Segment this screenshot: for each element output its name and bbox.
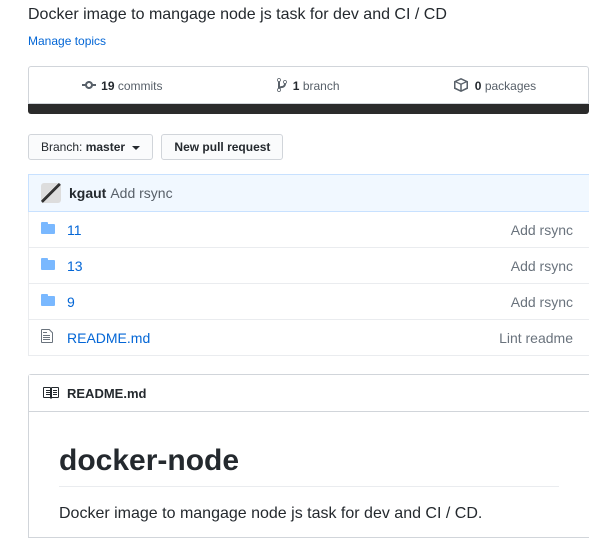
- repo-stats-bar: 19 commits 1 branch 0 packages: [28, 66, 589, 104]
- new-pr-label: New pull request: [174, 140, 270, 154]
- history-icon: [82, 77, 96, 93]
- readme-paragraph: Docker image to mangage node js task for…: [59, 505, 559, 523]
- commits-count: 19: [101, 79, 114, 93]
- new-pull-request-button[interactable]: New pull request: [161, 134, 283, 160]
- caret-down-icon: [132, 146, 140, 150]
- package-icon: [453, 77, 469, 93]
- table-row: 13 Add rsync: [29, 248, 589, 284]
- language-color-bar[interactable]: [28, 104, 589, 114]
- packages-stat[interactable]: 0 packages: [402, 67, 588, 103]
- branch-select-value: master: [86, 140, 125, 154]
- file-commit-message[interactable]: Add rsync: [511, 294, 577, 310]
- folder-icon: [41, 292, 57, 311]
- readme-filename: README.md: [67, 386, 146, 401]
- file-name[interactable]: 11: [67, 222, 447, 238]
- table-row: 9 Add rsync: [29, 284, 589, 320]
- branch-label: branch: [303, 79, 340, 93]
- commits-stat[interactable]: 19 commits: [29, 67, 215, 103]
- file-icon: [41, 328, 57, 347]
- folder-icon: [41, 220, 57, 239]
- table-row: README.md Lint readme: [29, 320, 589, 356]
- branch-select-button[interactable]: Branch: master: [28, 134, 153, 160]
- file-list: 11 Add rsync 13 Add rsync 9 Add rsync README.m…: [28, 212, 589, 356]
- commit-message[interactable]: Add rsync: [110, 185, 172, 201]
- file-commit-message[interactable]: Add rsync: [511, 258, 577, 274]
- book-icon: [43, 385, 59, 401]
- branch-count: 1: [293, 79, 300, 93]
- repo-description: Docker image to mangage node js task for…: [28, 6, 589, 24]
- avatar[interactable]: [41, 183, 61, 203]
- table-row: 11 Add rsync: [29, 212, 589, 248]
- file-commit-message[interactable]: Lint readme: [499, 330, 577, 346]
- branch-select-label: Branch:: [41, 140, 82, 154]
- readme-section: README.md docker-node Docker image to ma…: [28, 374, 589, 538]
- latest-commit-bar[interactable]: kgaut Add rsync: [28, 174, 589, 212]
- file-name[interactable]: README.md: [67, 330, 447, 346]
- branches-stat[interactable]: 1 branch: [215, 67, 401, 103]
- commits-label: commits: [118, 79, 163, 93]
- file-name[interactable]: 9: [67, 294, 447, 310]
- folder-icon: [41, 256, 57, 275]
- file-name[interactable]: 13: [67, 258, 447, 274]
- manage-topics-link[interactable]: Manage topics: [28, 34, 106, 48]
- readme-header: README.md: [29, 375, 589, 412]
- packages-label: packages: [485, 79, 536, 93]
- packages-count: 0: [475, 79, 482, 93]
- branch-icon: [277, 77, 287, 93]
- readme-title: docker-node: [59, 444, 559, 487]
- commit-author[interactable]: kgaut: [69, 185, 106, 201]
- file-commit-message[interactable]: Add rsync: [511, 222, 577, 238]
